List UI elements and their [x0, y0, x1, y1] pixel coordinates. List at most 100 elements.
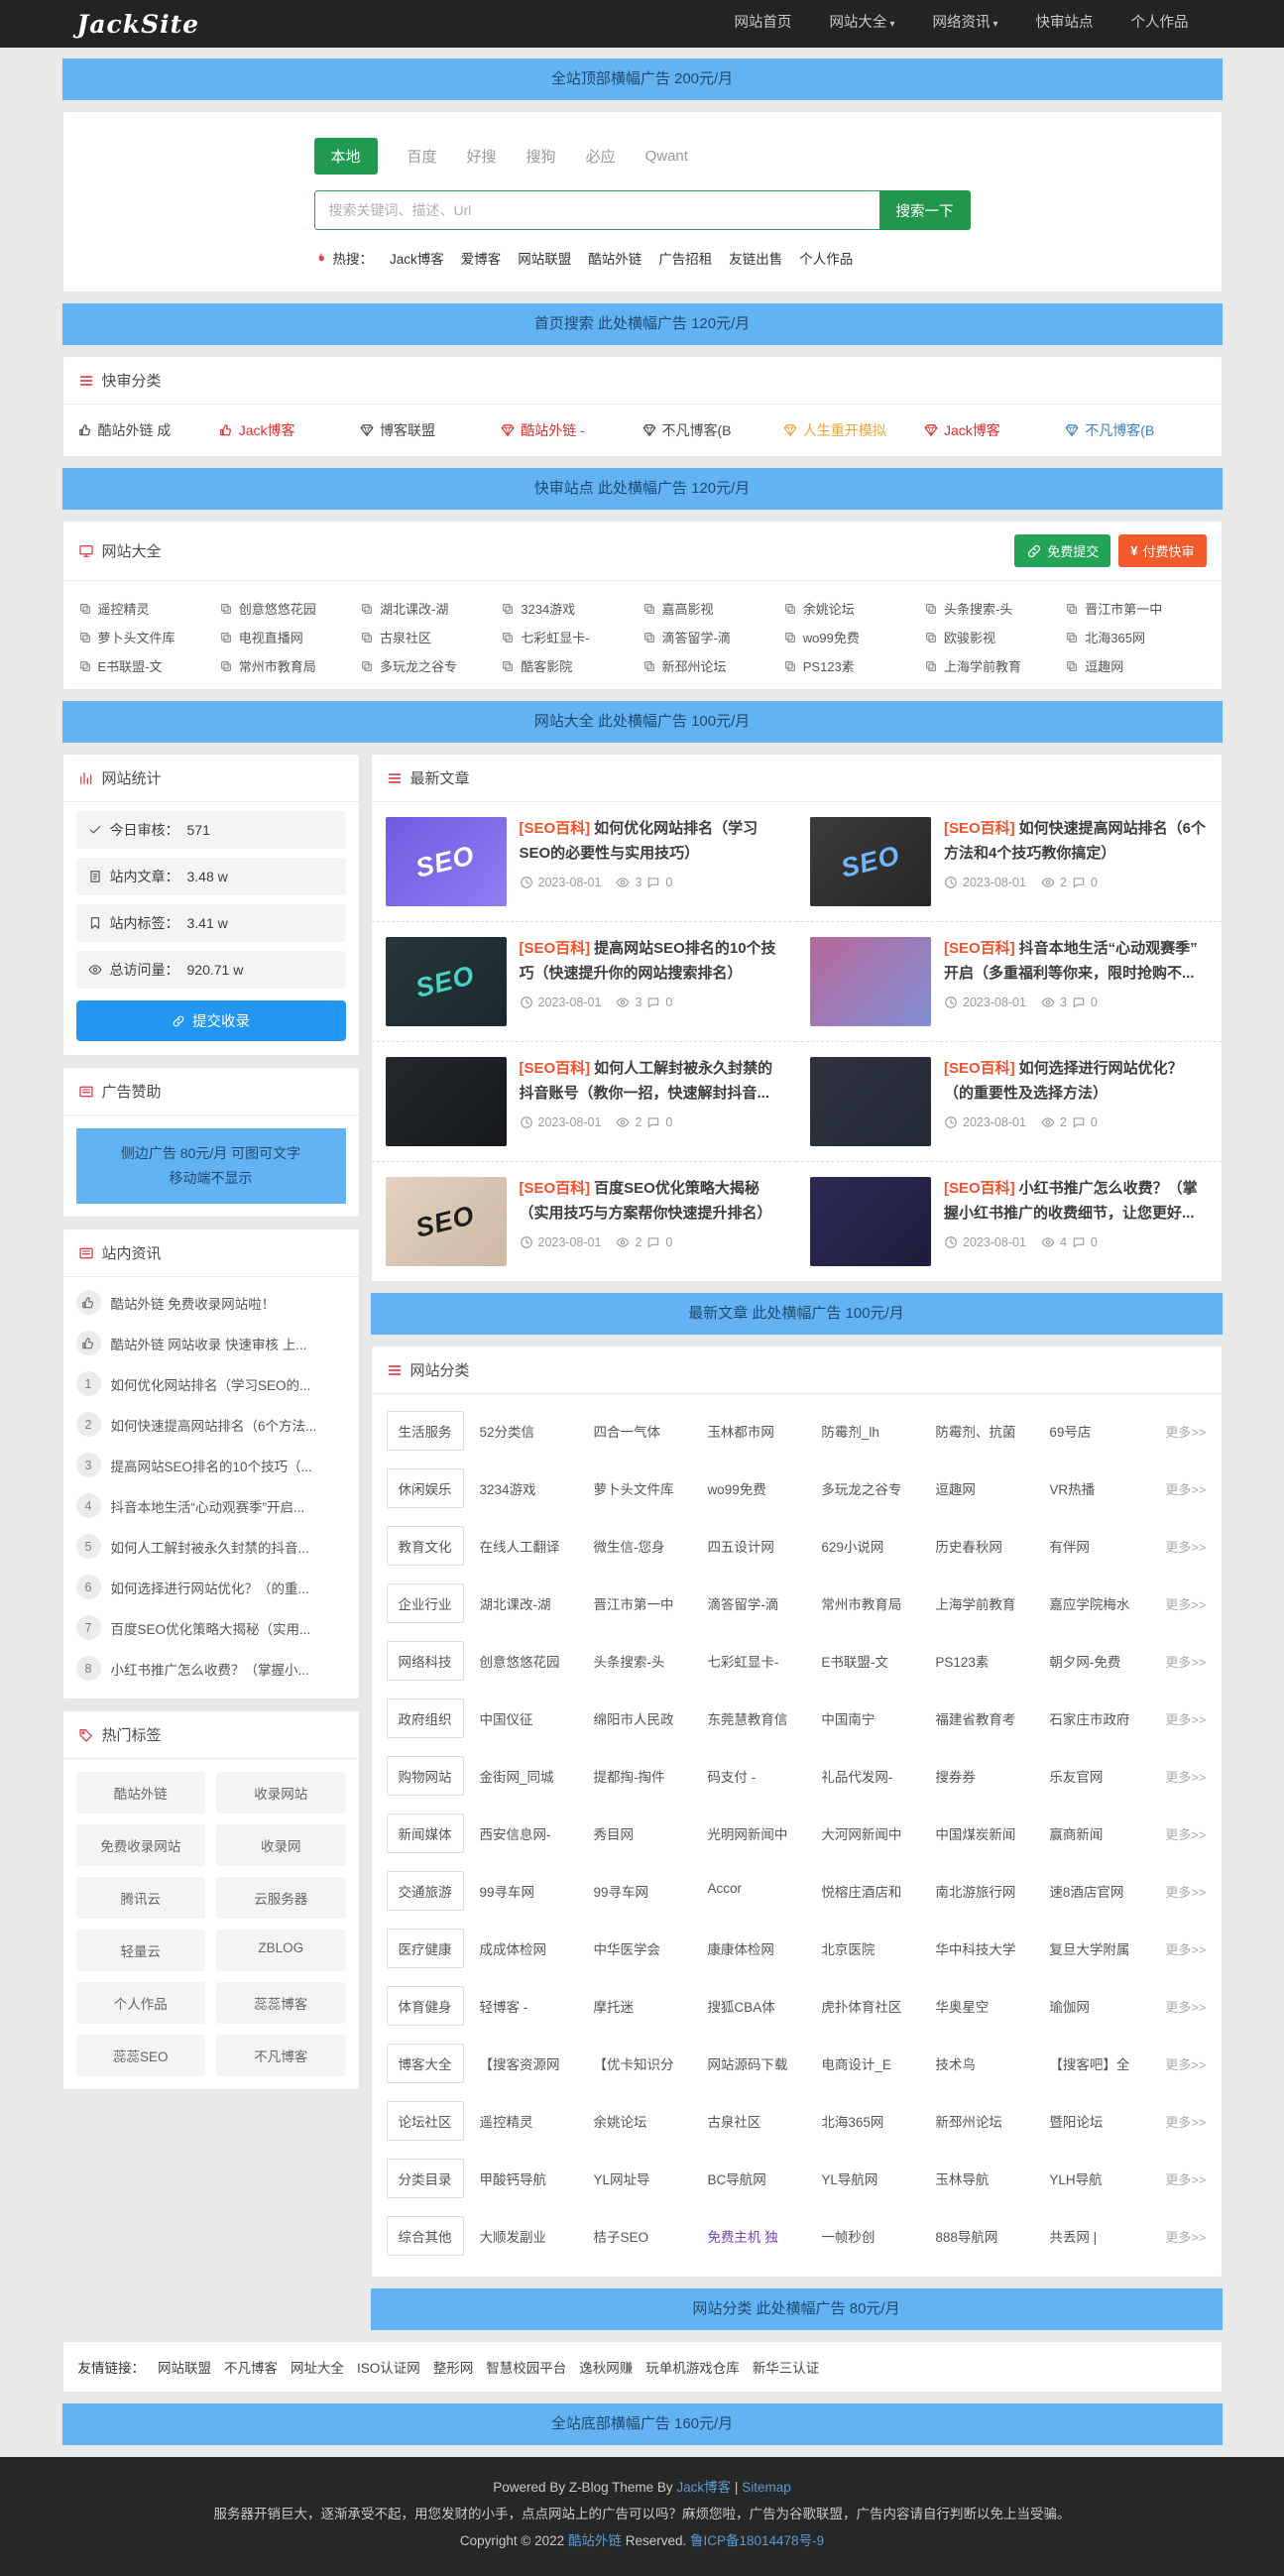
friend-link[interactable]: 整形网 [433, 2357, 474, 2377]
category-site-link[interactable]: PS123素 [935, 1651, 1041, 1671]
footer-site-link[interactable]: 酷站外链 [568, 2533, 622, 2548]
site-link[interactable]: PS123素 [783, 646, 924, 675]
category-more-link[interactable]: 更多>> [1165, 2169, 1206, 2188]
article-card[interactable]: SEO[SEO百科]提高网站SEO排名的10个技巧（快速提升你的网站搜索排名）2… [372, 922, 797, 1042]
category-site-link[interactable]: 网站源码下载 [707, 2053, 813, 2073]
category-site-link[interactable]: 北海365网 [821, 2111, 927, 2131]
category-site-link[interactable]: 玉林都市网 [707, 1421, 813, 1441]
category-label-交通旅游[interactable]: 交通旅游 [387, 1871, 464, 1911]
quick-audit-item[interactable]: Jack博客 [924, 420, 1065, 440]
site-link[interactable]: 晋江市第一中 [1065, 589, 1206, 618]
quick-audit-item[interactable]: 博客联盟 [360, 420, 501, 440]
category-site-link[interactable]: 西安信息网- [480, 1823, 586, 1843]
hot-search-link[interactable]: 爱博客 [461, 248, 502, 268]
site-link[interactable]: 湖北课改-湖 [360, 589, 501, 618]
tag-pill[interactable]: 蕊蕊博客 [216, 1982, 346, 2024]
search-input[interactable] [314, 190, 879, 230]
category-label-体育健身[interactable]: 体育健身 [387, 1986, 464, 2026]
category-more-link[interactable]: 更多>> [1165, 1594, 1206, 1613]
category-site-link[interactable]: 在线人工翻译 [480, 1536, 586, 1556]
category-site-link[interactable]: 电商设计_E [821, 2053, 927, 2073]
site-link[interactable]: 遥控精灵 [78, 589, 219, 618]
category-site-link[interactable]: 南北游旅行网 [935, 1881, 1041, 1901]
free-submit-button[interactable]: 免费提交 [1014, 534, 1110, 567]
category-site-link[interactable]: 甲酸钙导航 [480, 2168, 586, 2188]
site-link[interactable]: 七彩虹显卡- [501, 618, 642, 646]
site-link[interactable]: 欧骏影视 [924, 618, 1065, 646]
article-card[interactable]: [SEO百科]小红书推广怎么收费？（掌握小红书推广的收费细节，让您更好...20… [796, 1162, 1222, 1281]
category-site-link[interactable]: 萝卜头文件库 [593, 1478, 699, 1498]
category-site-link[interactable]: 秀目网 [593, 1823, 699, 1843]
news-item[interactable]: 4抖音本地生活“心动观赛季”开启... [63, 1485, 359, 1526]
category-label-新闻媒体[interactable]: 新闻媒体 [387, 1814, 464, 1853]
category-site-link[interactable]: 四五设计网 [707, 1536, 813, 1556]
quick-audit-item[interactable]: 不凡博客(B [642, 420, 783, 440]
site-link[interactable]: 头条搜索-头 [924, 589, 1065, 618]
category-site-link[interactable]: 防霉剂_lh [821, 1421, 927, 1441]
category-site-link[interactable]: 滴答留学-滴 [707, 1593, 813, 1613]
category-site-link[interactable]: 石家庄市政府 [1049, 1708, 1155, 1728]
category-label-购物网站[interactable]: 购物网站 [387, 1756, 464, 1796]
paid-audit-button[interactable]: ¥ 付费快审 [1118, 534, 1206, 567]
article-card[interactable]: [SEO百科]如何选择进行网站优化？（的重要性及选择方法）2023-08-012… [796, 1042, 1222, 1162]
category-more-link[interactable]: 更多>> [1165, 1882, 1206, 1901]
category-site-link[interactable]: 上海学前教育 [935, 1593, 1041, 1613]
category-site-link[interactable]: 【搜客吧】全 [1049, 2053, 1155, 2073]
footer-sitemap-link[interactable]: Sitemap [742, 2480, 791, 2495]
category-site-link[interactable]: 中国南宁 [821, 1708, 927, 1728]
nav-item-网站大全[interactable]: 网站大全▾ [810, 0, 913, 49]
article-card[interactable]: [SEO百科]抖音本地生活“心动观赛季”开启（多重福利等你来，限时抢购不...2… [796, 922, 1222, 1042]
category-site-link[interactable]: 绵阳市人民政 [593, 1708, 699, 1728]
hot-search-link[interactable]: 个人作品 [799, 248, 853, 268]
hot-search-link[interactable]: 友链出售 [729, 248, 782, 268]
category-site-link[interactable]: 朝夕网-免费 [1049, 1651, 1155, 1671]
nav-item-快审站点[interactable]: 快审站点 [1017, 0, 1112, 49]
category-site-link[interactable]: 52分类信 [480, 1421, 586, 1441]
news-item[interactable]: 酷站外链 免费收录网站啦！ [63, 1282, 359, 1323]
articles-ad-banner[interactable]: 最新文章 此处横幅广告 100元/月 [371, 1293, 1223, 1335]
hot-search-link[interactable]: 酷站外链 [588, 248, 642, 268]
category-site-link[interactable]: E书联盟-文 [821, 1651, 927, 1671]
category-label-论坛社区[interactable]: 论坛社区 [387, 2101, 464, 2141]
footer-theme-link[interactable]: Jack博客 [676, 2480, 731, 2495]
quick-audit-item[interactable]: 酷站外链 - [501, 420, 642, 440]
category-label-企业行业[interactable]: 企业行业 [387, 1583, 464, 1623]
top-ad-banner[interactable]: 全站顶部横幅广告 200元/月 [62, 59, 1223, 100]
friend-link[interactable]: 智慧校园平台 [486, 2357, 566, 2377]
site-link[interactable]: 3234游戏 [501, 589, 642, 618]
category-label-分类目录[interactable]: 分类目录 [387, 2159, 464, 2198]
category-more-link[interactable]: 更多>> [1165, 1767, 1206, 1786]
site-link[interactable]: wo99免费 [783, 618, 924, 646]
category-site-link[interactable]: 悦榕庄酒店和 [821, 1881, 927, 1901]
category-site-link[interactable]: 光明网新闻中 [707, 1823, 813, 1843]
footer-icp-link[interactable]: 鲁ICP备18014478号-9 [690, 2533, 824, 2548]
category-site-link[interactable]: 629小说网 [821, 1536, 927, 1556]
category-site-link[interactable]: 东莞慧教育信 [707, 1708, 813, 1728]
category-site-link[interactable]: 成成体检网 [480, 1938, 586, 1958]
category-site-link[interactable]: BC导航网 [707, 2168, 813, 2188]
category-site-link[interactable]: 一帧秒创 [821, 2226, 927, 2246]
category-site-link[interactable]: 金街网_同城 [480, 1766, 586, 1786]
category-site-link[interactable]: 共丢网 | [1049, 2226, 1155, 2246]
category-more-link[interactable]: 更多>> [1165, 1824, 1206, 1843]
category-label-休闲娱乐[interactable]: 休闲娱乐 [387, 1468, 464, 1508]
article-card[interactable]: SEO[SEO百科]如何快速提高网站排名（6个方法和4个技巧教你搞定）2023-… [796, 802, 1222, 922]
site-link[interactable]: E书联盟-文 [78, 646, 219, 675]
category-more-link[interactable]: 更多>> [1165, 2054, 1206, 2073]
category-site-link[interactable]: 新邳州论坛 [935, 2111, 1041, 2131]
category-site-link[interactable]: 微生信-您身 [593, 1536, 699, 1556]
category-site-link[interactable]: 晋江市第一中 [593, 1593, 699, 1613]
category-site-link[interactable]: Accor [707, 1881, 813, 1901]
category-site-link[interactable]: 摩托迷 [593, 1996, 699, 2016]
hot-search-link[interactable]: Jack博客 [390, 248, 444, 268]
friend-link[interactable]: 网站联盟 [158, 2357, 211, 2377]
category-site-link[interactable]: 99寻车网 [593, 1881, 699, 1901]
tag-pill[interactable]: ZBLOG [216, 1930, 346, 1971]
category-site-link[interactable]: YL网址导 [593, 2168, 699, 2188]
category-site-link[interactable]: 逗趣网 [935, 1478, 1041, 1498]
friend-link[interactable]: 逸秋网赚 [579, 2357, 633, 2377]
site-all-ad-banner[interactable]: 网站大全 此处横幅广告 100元/月 [62, 701, 1223, 743]
category-site-link[interactable]: 华奥星空 [935, 1996, 1041, 2016]
category-site-link[interactable]: 余姚论坛 [593, 2111, 699, 2131]
news-item[interactable]: 3提高网站SEO排名的10个技巧（... [63, 1445, 359, 1485]
